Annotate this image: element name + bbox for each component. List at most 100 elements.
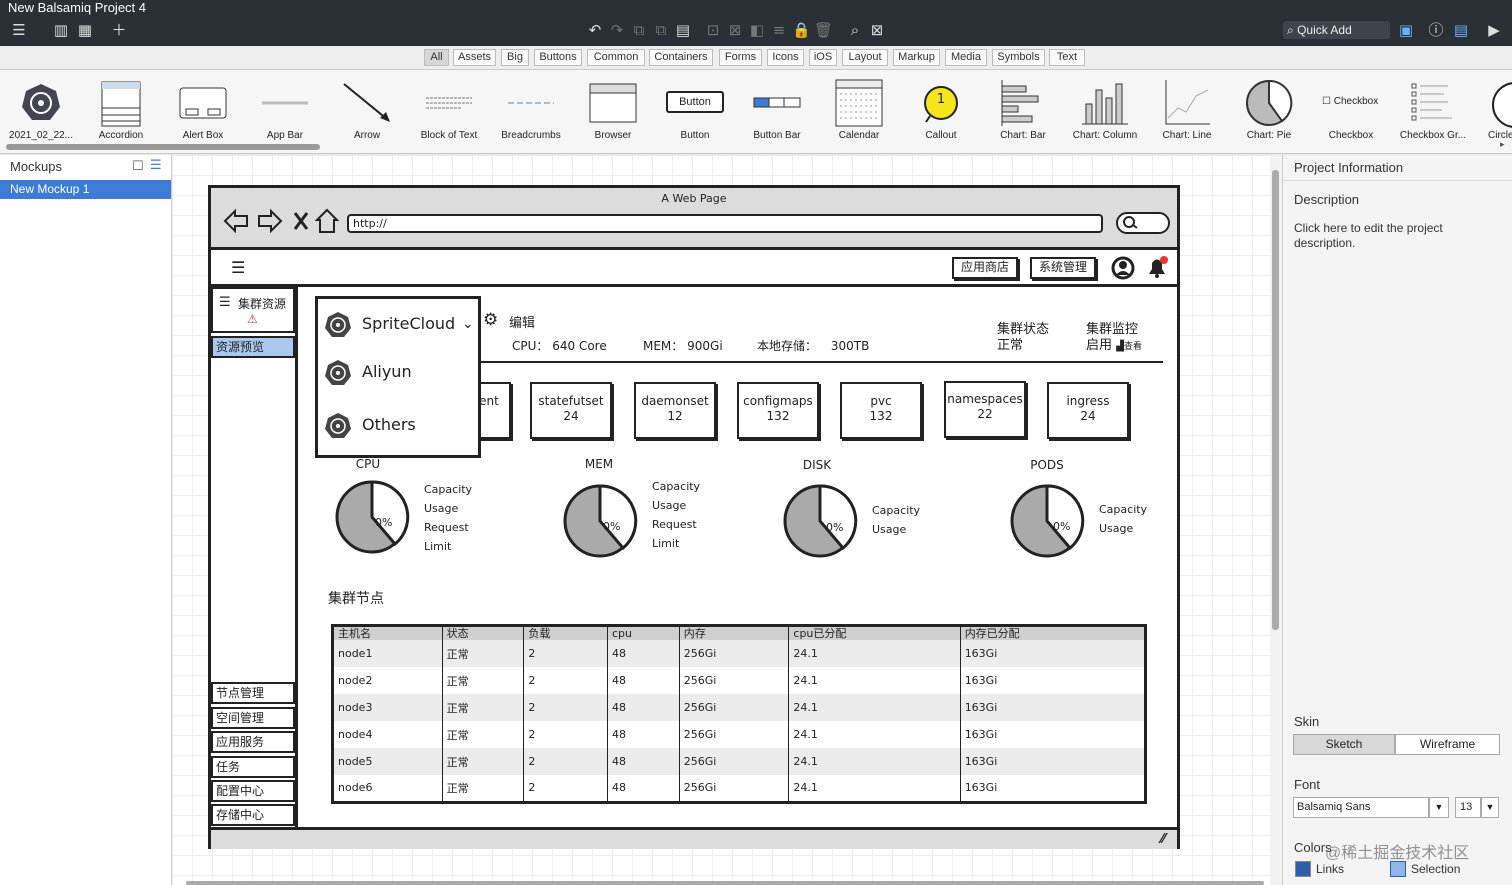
- filter-tab-markup[interactable]: Markup: [893, 49, 940, 66]
- sidebar-item-config-center[interactable]: 配置中心: [211, 780, 295, 802]
- sidebar-item-namespace-management[interactable]: 空间管理: [211, 707, 295, 729]
- browser-mockup[interactable]: A Web Page http:// ☰ 应用商店 系统管理 ☰ 集群资源 ⚠ …: [208, 185, 1180, 849]
- cluster-option-aliyun[interactable]: Aliyun: [324, 357, 412, 387]
- ui-library-icon[interactable]: ▣: [1397, 22, 1415, 38]
- table-row[interactable]: node4 正常 2 48 256Gi 24.1 163Gi: [333, 721, 1146, 748]
- edit-link[interactable]: 编辑: [509, 312, 535, 331]
- ungroup-icon[interactable]: ⊠: [726, 22, 744, 38]
- library-item-checkbox[interactable]: ☐ Checkbox Checkbox: [1310, 72, 1392, 144]
- resize-handle-icon[interactable]: ⁄⁄: [1161, 832, 1165, 847]
- filter-tab-ios[interactable]: iOS: [809, 49, 837, 66]
- sidebar-item-storage-center[interactable]: 存储中心: [211, 804, 295, 826]
- filter-tab-buttons[interactable]: Buttons: [534, 49, 582, 66]
- present-icon[interactable]: ▶: [1485, 22, 1503, 38]
- search-icon[interactable]: ⌕: [846, 22, 864, 38]
- filter-tab-all[interactable]: All: [424, 49, 449, 66]
- library-scrollbar[interactable]: [6, 144, 320, 150]
- properties-icon[interactable]: ▤: [1452, 22, 1470, 38]
- sidebar-cluster-resources[interactable]: ☰ 集群资源 ⚠: [211, 287, 295, 333]
- table-row[interactable]: node6 正常 2 48 256Gi 24.1 163Gi: [333, 775, 1146, 802]
- skin-sketch-button[interactable]: Sketch: [1293, 734, 1395, 755]
- sidebar-item-app-services[interactable]: 应用服务: [211, 731, 295, 753]
- skin-wireframe-button[interactable]: Wireframe: [1395, 734, 1500, 755]
- single-view-icon[interactable]: ▥: [52, 22, 70, 38]
- browser-search-field[interactable]: [1116, 212, 1170, 234]
- library-item-chart-column[interactable]: Chart: Column: [1064, 72, 1146, 144]
- library-item-button[interactable]: Button Button: [654, 72, 736, 144]
- url-field[interactable]: http://: [347, 214, 1103, 233]
- fullscreen-icon[interactable]: ⊠: [868, 22, 886, 38]
- font-select[interactable]: Balsamiq Sans: [1293, 797, 1429, 818]
- cluster-option-spritecloud[interactable]: SpriteCloud ⌄: [324, 309, 474, 339]
- library-item-app-bar[interactable]: App Bar: [244, 72, 326, 144]
- filter-tab-media[interactable]: Media: [945, 49, 987, 66]
- library-item-chart-pie[interactable]: Chart: Pie: [1228, 72, 1310, 144]
- library-item-button-bar[interactable]: Button Bar: [736, 72, 818, 144]
- paste-icon[interactable]: ▤: [674, 22, 692, 38]
- group-icon[interactable]: ⊡: [704, 22, 722, 38]
- undo-icon[interactable]: ↶: [586, 22, 604, 38]
- send-back-icon[interactable]: ≡: [770, 22, 788, 38]
- notification-bell-icon[interactable]: [1144, 254, 1170, 280]
- library-scroll-right-icon[interactable]: ▸: [1500, 140, 1505, 150]
- canvas-scroll-thumb[interactable]: [1272, 170, 1279, 630]
- gear-icon[interactable]: ⚙: [483, 310, 498, 330]
- resource-card-configmaps[interactable]: configmaps 132: [737, 382, 819, 439]
- hamburger-icon[interactable]: ☰: [231, 258, 245, 277]
- links-color-swatch[interactable]: [1295, 861, 1311, 877]
- table-row[interactable]: node3 正常 2 48 256Gi 24.1 163Gi: [332, 694, 1146, 721]
- filter-tab-containers[interactable]: Containers: [649, 49, 713, 66]
- resource-card-pvc[interactable]: pvc 132: [840, 382, 922, 439]
- library-item-block-of-text[interactable]: Block of Text: [408, 72, 490, 144]
- filter-tab-assets[interactable]: Assets: [453, 49, 496, 66]
- grid-view-icon[interactable]: ▦: [76, 22, 94, 38]
- resource-card-statefulset[interactable]: statefutset 24: [530, 382, 612, 439]
- filter-tab-icons[interactable]: Icons: [767, 49, 804, 66]
- duplicate-icon[interactable]: ⧉: [652, 22, 670, 38]
- library-item-calendar[interactable]: Calendar: [818, 72, 900, 144]
- copy-icon[interactable]: ⧉: [630, 22, 648, 38]
- resource-card-daemonset[interactable]: daemonset 12: [634, 382, 716, 439]
- filter-tab-forms[interactable]: Forms: [719, 49, 762, 66]
- filter-tab-common[interactable]: Common: [587, 49, 645, 66]
- cluster-dropdown[interactable]: SpriteCloud ⌄ Aliyun Others: [315, 296, 481, 458]
- chevron-down-icon[interactable]: ▼: [1481, 797, 1499, 818]
- table-row[interactable]: node1 正常 2 48 256Gi 24.1 163Gi: [332, 640, 1146, 667]
- redo-icon[interactable]: ↷: [608, 22, 626, 38]
- table-row[interactable]: node2 正常 2 48 256Gi 24.1 163Gi: [333, 667, 1146, 694]
- thumbnail-view-icon[interactable]: ☐: [132, 159, 144, 174]
- trash-icon[interactable]: 🗑: [814, 22, 833, 38]
- library-item-checkbox-group[interactable]: Checkbox Gr...: [1392, 72, 1474, 144]
- add-icon[interactable]: ＋: [110, 22, 128, 38]
- sidebar-item-resource-preview[interactable]: 资源预览: [211, 336, 295, 358]
- sidebar-item-node-management[interactable]: 节点管理: [211, 682, 295, 704]
- quick-add-input[interactable]: ⌕ Quick Add: [1283, 21, 1390, 39]
- library-item-callout[interactable]: 1 Callout: [900, 72, 982, 144]
- mockup-list-item[interactable]: New Mockup 1: [0, 180, 171, 199]
- menu-icon[interactable]: ☰: [10, 22, 28, 38]
- library-item-breadcrumbs[interactable]: Breadcrumbs: [490, 72, 572, 144]
- system-admin-button[interactable]: 系统管理: [1030, 257, 1096, 279]
- library-item-browser[interactable]: Browser: [572, 72, 654, 144]
- filter-tab-text[interactable]: Text: [1049, 49, 1085, 66]
- list-view-icon[interactable]: ☰: [150, 158, 162, 173]
- info-icon[interactable]: ⓘ: [1427, 22, 1445, 38]
- library-item-asset[interactable]: 2021_02_22...: [0, 72, 82, 144]
- resource-card-namespaces[interactable]: namespaces 22: [944, 381, 1026, 438]
- cluster-option-others[interactable]: Others: [324, 410, 416, 440]
- user-avatar-icon[interactable]: [1110, 255, 1136, 281]
- selection-color-swatch[interactable]: [1390, 861, 1406, 877]
- lock-icon[interactable]: 🔒: [792, 22, 811, 38]
- table-row[interactable]: node5 正常 2 48 256Gi 24.1 163Gi: [332, 748, 1146, 775]
- library-item-accordion[interactable]: Accordion: [80, 72, 162, 144]
- library-item-chart-line[interactable]: Chart: Line: [1146, 72, 1228, 144]
- description-text[interactable]: Click here to edit the project descripti…: [1294, 221, 1494, 251]
- app-store-button[interactable]: 应用商店: [952, 257, 1018, 279]
- resource-card-ingress[interactable]: ingress 24: [1047, 382, 1129, 439]
- library-item-circle[interactable]: Circle: [1474, 72, 1512, 144]
- bring-front-icon[interactable]: ◧: [748, 22, 766, 38]
- filter-tab-layout[interactable]: Layout: [842, 49, 888, 66]
- monitor-view-link[interactable]: 查看: [1124, 342, 1142, 352]
- font-size-select[interactable]: 13: [1455, 797, 1481, 818]
- sidebar-item-tasks[interactable]: 任务: [211, 756, 295, 778]
